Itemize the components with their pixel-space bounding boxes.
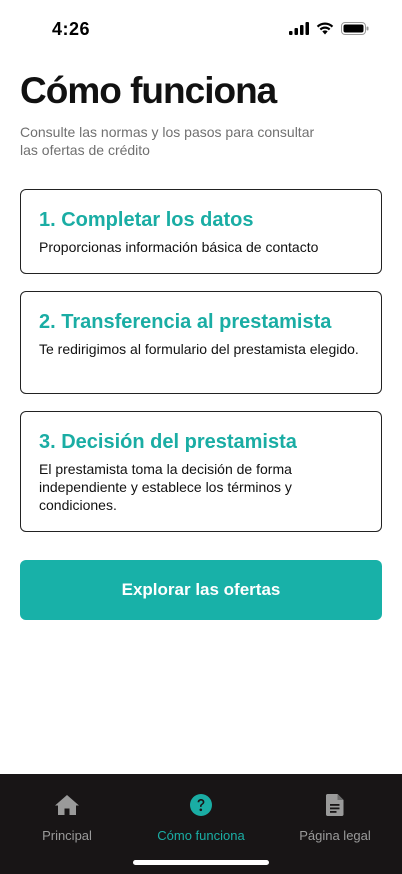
signal-icon (289, 22, 309, 35)
nav-label: Cómo funciona (157, 828, 245, 843)
step-title: 2. Transferencia al prestamista (39, 311, 332, 333)
steps-list: 1. Completar los datos Proporcionas info… (20, 189, 382, 549)
status-icons (289, 22, 369, 35)
battery-icon (341, 22, 369, 35)
step-card-1: 1. Completar los datos Proporcionas info… (20, 189, 382, 274)
explore-offers-button[interactable]: Explorar las ofertas (20, 560, 382, 620)
status-bar: 4:26 (0, 0, 402, 60)
step-title: 3. Decisión del prestamista (39, 431, 297, 453)
step-description: Te redirigimos al formulario del prestam… (39, 341, 359, 357)
step-title: 1. Completar los datos (39, 209, 254, 231)
nav-label: Principal (42, 828, 92, 843)
bottom-nav: Principal Cómo funciona Página legal (0, 774, 402, 874)
page-title: Cómo funciona (20, 70, 277, 111)
status-time: 4:26 (52, 19, 91, 39)
home-indicator (133, 860, 269, 865)
page-subtitle: Consulte las normas y los pasos para con… (20, 124, 315, 158)
question-circle-icon (189, 792, 213, 818)
document-icon (325, 792, 345, 818)
nav-label: Página legal (299, 828, 371, 843)
wifi-icon (316, 22, 334, 35)
step-card-3: 3. Decisión del prestamista El prestamis… (20, 411, 382, 532)
step-description: El prestamista toma la decisión de forma… (39, 461, 292, 513)
nav-item-principal[interactable]: Principal (0, 792, 134, 843)
nav-item-como-funciona[interactable]: Cómo funciona (134, 792, 268, 843)
nav-item-pagina-legal[interactable]: Página legal (268, 792, 402, 843)
step-card-2: 2. Transferencia al prestamista Te redir… (20, 291, 382, 394)
home-icon (54, 792, 80, 818)
step-description: Proporcionas información básica de conta… (39, 239, 319, 255)
